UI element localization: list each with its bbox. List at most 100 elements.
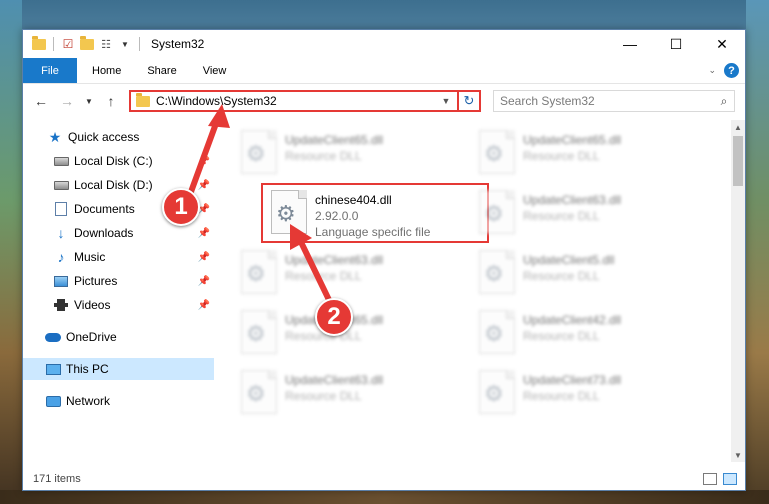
sidebar-item-label: Quick access <box>68 130 140 144</box>
sidebar-item-label: Pictures <box>74 274 118 288</box>
status-bar: 171 items <box>23 467 745 490</box>
downloads-icon: ↓ <box>57 225 65 241</box>
file-item[interactable]: UpdateClient73.dll Resource DLL <box>471 366 701 420</box>
tab-share[interactable]: Share <box>134 58 189 83</box>
refresh-button[interactable]: ↻ <box>457 90 481 112</box>
scroll-down-icon[interactable]: ▼ <box>731 448 745 462</box>
address-path[interactable]: C:\Windows\System32 <box>156 94 439 108</box>
address-dropdown-icon[interactable]: ▼ <box>439 96 453 106</box>
tab-file[interactable]: File <box>23 58 77 83</box>
wallpaper-left <box>0 0 22 504</box>
file-type: Resource DLL <box>523 269 600 283</box>
sidebar-item-label: Videos <box>74 298 111 312</box>
ribbon-tabs: File Home Share View ⌄ ? <box>23 58 745 84</box>
step2-callout: 2 <box>315 298 353 336</box>
file-name: UpdateClient5.dll <box>523 253 615 267</box>
search-icon[interactable]: ⌕ <box>714 94 734 109</box>
dll-file-icon <box>479 190 515 234</box>
sidebar-item-videos[interactable]: Videos 📌 <box>23 294 214 316</box>
file-item[interactable]: UpdateClient65.dll Resource DLL <box>471 126 701 180</box>
recent-locations-icon[interactable]: ▼ <box>79 91 99 111</box>
file-name: UpdateClient42.dll <box>523 313 622 327</box>
file-item[interactable]: UpdateClient65.dll Resource DLL <box>233 126 463 180</box>
sidebar-item-this-pc[interactable]: This PC <box>23 358 214 380</box>
file-type: Resource DLL <box>285 269 362 283</box>
details-view-icon[interactable] <box>703 472 717 485</box>
tab-home[interactable]: Home <box>79 58 134 83</box>
file-item[interactable]: UpdateClient5.dll Resource DLL <box>471 246 701 300</box>
file-name: UpdateClient65.dll <box>523 133 622 147</box>
properties-icon[interactable]: ☑ <box>60 36 76 52</box>
drive-icon <box>53 153 69 169</box>
pc-icon <box>45 361 61 377</box>
minimize-button[interactable]: — <box>607 30 653 58</box>
dll-file-icon <box>479 370 515 414</box>
pin-icon: 📌 <box>197 251 210 263</box>
file-type: Resource DLL <box>523 389 600 403</box>
address-bar[interactable]: C:\Windows\System32 ▼ <box>129 90 481 112</box>
dll-file-icon <box>241 310 277 354</box>
search-input[interactable]: Search System32 ⌕ <box>493 90 735 112</box>
close-button[interactable]: ✕ <box>699 30 745 58</box>
music-icon: ♪ <box>57 249 65 265</box>
file-type: Resource DLL <box>523 209 600 223</box>
sidebar-item-label: Music <box>74 250 106 264</box>
scrollbar-thumb[interactable] <box>733 136 743 186</box>
toolbar-divider <box>139 37 140 51</box>
window-controls: — ☐ ✕ <box>607 30 745 58</box>
pin-icon: 📌 <box>197 275 210 287</box>
scroll-up-icon[interactable]: ▲ <box>731 120 745 134</box>
vertical-scrollbar[interactable]: ▲ ▼ <box>731 120 745 462</box>
folder-icon <box>31 35 47 52</box>
maximize-button[interactable]: ☐ <box>653 30 699 58</box>
view-toggle <box>703 472 737 485</box>
dll-file-icon <box>479 250 515 294</box>
file-highlight-box <box>261 183 489 243</box>
file-type: Resource DLL <box>285 389 362 403</box>
up-arrow-icon[interactable]: ↑ <box>101 91 121 111</box>
back-arrow-icon[interactable]: ← <box>31 91 51 111</box>
file-item[interactable]: UpdateClient63.dll Resource DLL <box>233 366 463 420</box>
help-icon[interactable]: ? <box>724 63 739 78</box>
file-item[interactable]: UpdateClient63.dll Resource DLL <box>233 246 463 300</box>
navigation-pane: ★ Quick access Local Disk (C:) 📌 Local D… <box>23 120 214 458</box>
file-item[interactable]: UpdateClient42.dll Resource DLL <box>471 306 701 360</box>
tab-view[interactable]: View <box>190 58 240 83</box>
drive-icon <box>53 177 69 193</box>
step1-callout: 1 <box>162 188 200 226</box>
star-icon: ★ <box>48 128 62 145</box>
file-item[interactable]: UpdateClient63.dll Resource DLL <box>471 186 701 240</box>
search-placeholder: Search System32 <box>500 94 595 108</box>
sidebar-item-label: Documents <box>74 202 135 216</box>
file-list: UpdateClient65.dllResource DLL chinese40… <box>223 120 728 462</box>
item-count: 171 items <box>33 472 81 485</box>
customize-toolbar-icon[interactable]: ☷ <box>98 36 114 52</box>
toolbar-dropdown-icon[interactable]: ▼ <box>117 36 133 52</box>
file-name: UpdateClient63.dll <box>285 373 384 387</box>
forward-arrow-icon[interactable]: → <box>57 91 77 111</box>
navigation-bar: ← → ▼ ↑ C:\Windows\System32 ▼ ↻ Search S… <box>23 85 745 117</box>
chevron-down-icon[interactable]: ⌄ <box>708 65 716 76</box>
sidebar-item-music[interactable]: ♪ Music 📌 <box>23 246 214 268</box>
sidebar-item-network[interactable]: Network <box>23 390 214 412</box>
pin-icon: 📌 <box>197 179 210 191</box>
sidebar-item-pictures[interactable]: Pictures 📌 <box>23 270 214 292</box>
new-folder-icon[interactable] <box>79 35 95 52</box>
sidebar-item-label: Network <box>66 394 111 408</box>
onedrive-icon <box>45 329 61 345</box>
quick-access-toolbar: ☑ ☷ ▼ <box>31 35 143 52</box>
videos-icon <box>53 297 69 313</box>
refresh-icon: ↻ <box>463 93 475 108</box>
ribbon-right-controls: ⌄ ? <box>708 58 739 83</box>
sidebar-item-label: OneDrive <box>66 330 117 344</box>
sidebar-item-local-disk-c[interactable]: Local Disk (C:) 📌 <box>23 150 214 172</box>
wallpaper-right <box>746 0 769 504</box>
file-name: UpdateClient63.dll <box>285 253 384 267</box>
sidebar-item-quick-access[interactable]: ★ Quick access <box>23 126 214 148</box>
toolbar-divider <box>53 37 54 51</box>
pin-icon: 📌 <box>197 227 210 239</box>
large-icons-view-icon[interactable] <box>723 472 737 485</box>
dll-file-icon <box>241 130 277 174</box>
wallpaper-bottom <box>0 490 769 504</box>
sidebar-item-onedrive[interactable]: OneDrive <box>23 326 214 348</box>
